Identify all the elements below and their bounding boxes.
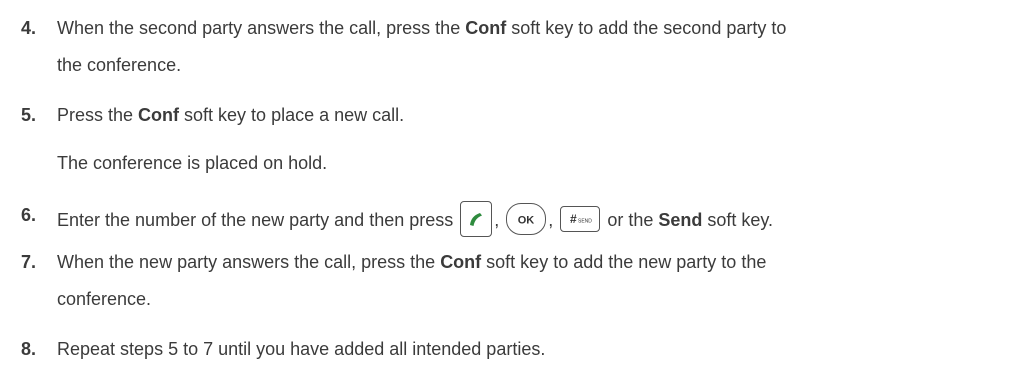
- ok-key-icon: OK: [506, 203, 547, 235]
- step-text-line-2: conference.: [57, 289, 152, 309]
- conf-softkey-label: Conf: [138, 105, 180, 125]
- step-number: 5.: [21, 105, 37, 125]
- send-key-sublabel: SEND: [578, 219, 592, 225]
- step-text-line-1: When the new party answers the call, pre…: [57, 250, 766, 274]
- send-softkey-label: Send: [658, 209, 703, 230]
- separator: ,: [548, 209, 554, 230]
- handset-key-icon: [460, 201, 493, 237]
- step-text-line-1: Repeat steps 5 to 7 until you have added…: [57, 339, 546, 359]
- ok-key-label: OK: [518, 215, 535, 227]
- conf-softkey-label: Conf: [440, 252, 482, 272]
- step-note: The conference is placed on hold.: [57, 153, 328, 173]
- step-text: When the new party answers the call, pre…: [57, 252, 441, 272]
- step-number: 8.: [21, 339, 37, 359]
- step-text: Press the: [57, 105, 139, 125]
- step-text: soft key to add the second party to: [506, 18, 787, 38]
- step-number: 6.: [21, 205, 37, 225]
- step-text: or the: [602, 209, 659, 230]
- step-text: soft key.: [702, 209, 774, 230]
- step-text: soft key to add the new party to the: [481, 252, 767, 272]
- step-number: 7.: [21, 252, 37, 272]
- step-number: 4.: [21, 18, 37, 38]
- step-text: Enter the number of the new party and th…: [57, 209, 459, 230]
- separator: ,: [494, 209, 500, 230]
- hash-key-label: #: [570, 212, 577, 226]
- hash-send-key-icon: # SEND: [560, 206, 601, 232]
- instruction-document: 4. When the second party answers the cal…: [0, 0, 1022, 368]
- conf-softkey-label: Conf: [465, 18, 507, 38]
- step-text-line-1: Enter the number of the new party and th…: [57, 201, 774, 239]
- step-text-line-2: the conference.: [57, 55, 182, 75]
- step-text-line-1: Press the Conf soft key to place a new c…: [57, 103, 404, 127]
- step-text: soft key to place a new call.: [179, 105, 405, 125]
- step-text: When the second party answers the call, …: [57, 18, 466, 38]
- step-text-line-1: When the second party answers the call, …: [57, 16, 786, 40]
